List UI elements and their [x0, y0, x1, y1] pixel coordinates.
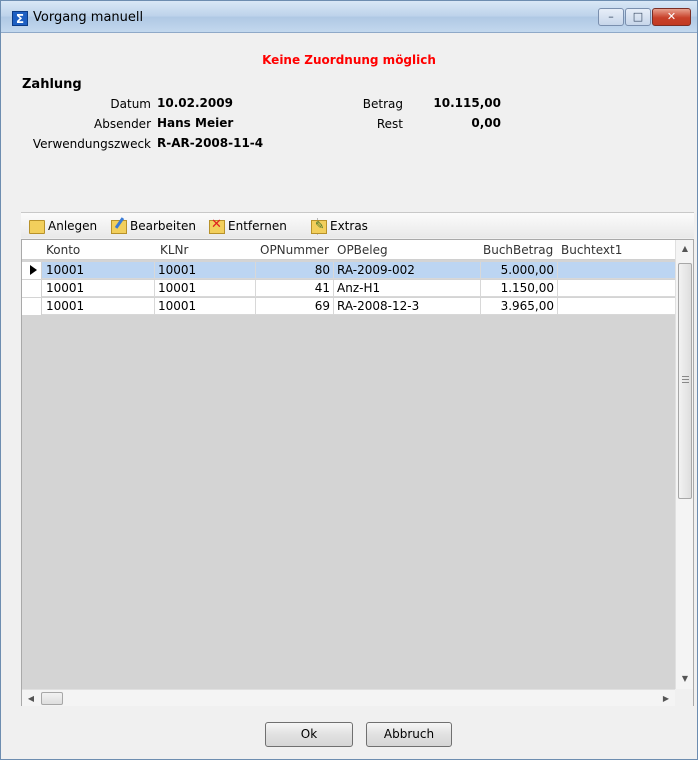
- date-label: Datum: [110, 97, 151, 111]
- new-folder-icon: [29, 219, 45, 234]
- create-label: Anlegen: [48, 219, 98, 233]
- cell-opbeleg[interactable]: RA-2009-002: [334, 262, 481, 279]
- cell-buchtext1[interactable]: [558, 298, 675, 315]
- dialog-window: Σ Vorgang manuell – □ ✕ Keine Zuordnung …: [0, 0, 698, 760]
- cell-konto[interactable]: 10001: [43, 262, 155, 279]
- cell-klnr[interactable]: 10001: [155, 298, 256, 315]
- column-header-buchbetrag[interactable]: BuchBetrag: [483, 243, 553, 257]
- ok-button[interactable]: Ok: [265, 722, 353, 747]
- maximize-button[interactable]: □: [625, 8, 651, 26]
- delete-button[interactable]: Entfernen: [209, 216, 287, 235]
- cell-opnummer[interactable]: 80: [256, 262, 334, 279]
- table-row[interactable]: 10001 10001 80 RA-2009-002 5.000,00: [22, 262, 675, 279]
- vertical-scroll-thumb[interactable]: [678, 263, 692, 499]
- extras-label: Extras: [330, 219, 368, 233]
- scroll-left-icon[interactable]: ◀: [22, 690, 40, 707]
- scrollbar-corner: [675, 689, 693, 706]
- table-row[interactable]: 10001 10001 69 RA-2008-12-3 3.965,00: [22, 298, 675, 315]
- grid-toolbar: Anlegen Bearbeiten Entfernen Extras: [21, 212, 694, 238]
- cell-klnr[interactable]: 10001: [155, 280, 256, 297]
- column-header-konto[interactable]: Konto: [46, 243, 80, 257]
- column-header-opbeleg[interactable]: OPBeleg: [337, 243, 388, 257]
- status-message: Keine Zuordnung möglich: [262, 53, 436, 67]
- cell-opnummer[interactable]: 41: [256, 280, 334, 297]
- close-button[interactable]: ✕: [652, 8, 691, 26]
- title-bar[interactable]: Σ Vorgang manuell – □ ✕: [1, 1, 697, 33]
- cell-opnummer[interactable]: 69: [256, 298, 334, 315]
- delete-icon: [209, 216, 225, 234]
- cell-buchtext1[interactable]: [558, 262, 675, 279]
- edit-icon: [111, 219, 127, 234]
- sender-label: Absender: [94, 117, 151, 131]
- horizontal-scrollbar[interactable]: ◀ ▶: [22, 689, 675, 706]
- scroll-up-icon[interactable]: ▲: [676, 240, 694, 257]
- rest-value: 0,00: [471, 116, 501, 130]
- cell-buchbetrag[interactable]: 5.000,00: [481, 262, 558, 279]
- grip-icon: [682, 376, 689, 383]
- cell-opbeleg[interactable]: RA-2008-12-3: [334, 298, 481, 315]
- amount-value: 10.115,00: [433, 96, 501, 110]
- create-button[interactable]: Anlegen: [29, 217, 97, 235]
- rest-label: Rest: [376, 117, 403, 131]
- cell-konto[interactable]: 10001: [43, 280, 155, 297]
- cell-klnr[interactable]: 10001: [155, 262, 256, 279]
- row-pointer-icon: [22, 262, 42, 279]
- extras-icon: [311, 217, 327, 235]
- extras-button[interactable]: Extras: [311, 217, 368, 235]
- sigma-app-icon: Σ: [12, 11, 28, 26]
- column-header-klnr[interactable]: KLNr: [160, 243, 188, 257]
- scroll-right-icon[interactable]: ▶: [657, 690, 675, 707]
- vertical-scrollbar[interactable]: ▲ ▼: [675, 240, 693, 689]
- payment-heading: Zahlung: [22, 77, 82, 92]
- data-grid[interactable]: Konto KLNr OPNummer OPBeleg BuchBetrag B…: [21, 239, 694, 706]
- scroll-down-icon[interactable]: ▼: [676, 670, 694, 687]
- grid-header: Konto KLNr OPNummer OPBeleg BuchBetrag B…: [22, 240, 675, 260]
- cell-buchbetrag[interactable]: 3.965,00: [481, 298, 558, 315]
- edit-label: Bearbeiten: [130, 219, 196, 233]
- edit-button[interactable]: Bearbeiten: [111, 217, 196, 235]
- column-header-buchtext1[interactable]: Buchtext1: [561, 243, 622, 257]
- table-row[interactable]: 10001 10001 41 Anz-H1 1.150,00: [22, 280, 675, 297]
- sender-value: Hans Meier: [157, 116, 234, 130]
- delete-label: Entfernen: [228, 219, 287, 233]
- cell-buchbetrag[interactable]: 1.150,00: [481, 280, 558, 297]
- purpose-value: R-AR-2008-11-4: [157, 136, 264, 150]
- row-indicator: [22, 298, 42, 315]
- purpose-label: Verwendungszweck: [32, 137, 151, 151]
- date-value: 10.02.2009: [157, 96, 233, 110]
- row-indicator: [22, 280, 42, 297]
- cancel-button[interactable]: Abbruch: [366, 722, 452, 747]
- column-header-opnummer[interactable]: OPNummer: [260, 243, 329, 257]
- cell-opbeleg[interactable]: Anz-H1: [334, 280, 481, 297]
- window-title: Vorgang manuell: [33, 10, 144, 25]
- minimize-button[interactable]: –: [598, 8, 624, 26]
- horizontal-scroll-thumb[interactable]: [41, 692, 63, 705]
- cell-buchtext1[interactable]: [558, 280, 675, 297]
- amount-label: Betrag: [362, 97, 403, 111]
- cell-konto[interactable]: 10001: [43, 298, 155, 315]
